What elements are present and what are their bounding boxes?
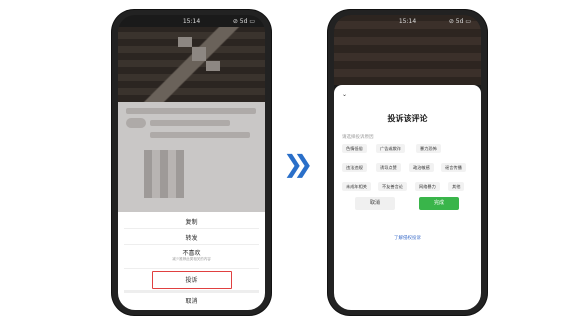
- reason-chip[interactable]: 谣言传播: [441, 163, 466, 172]
- reason-chip[interactable]: 违法违规: [342, 163, 367, 172]
- section-label: 请选择投诉原因: [342, 135, 374, 140]
- reason-chip[interactable]: 诱导点赞: [376, 163, 401, 172]
- dislike-label: 不喜欢: [182, 250, 201, 257]
- complain-button[interactable]: 投诉: [118, 275, 265, 284]
- blurred-thumbnail: [144, 150, 184, 198]
- blurred-comment-area: [118, 102, 265, 212]
- dislike-button[interactable]: 不喜欢 减少推荐此类相关的内容: [118, 248, 265, 262]
- reason-chip[interactable]: 未成年相关: [342, 182, 371, 191]
- divider: [124, 228, 259, 229]
- done-button[interactable]: 完成: [419, 197, 459, 210]
- phone-right: 15:14 ⊘ 5d ▭ ⌄ 投诉该评论 请选择投诉原因 色情低俗 广告或欺诈 …: [328, 10, 487, 315]
- reason-chip[interactable]: 其他: [448, 182, 465, 191]
- double-chevron-right-icon: ❯❯: [283, 150, 313, 178]
- complain-modal: ⌄ 投诉该评论 请选择投诉原因 色情低俗 广告或欺诈 暴力恐怖 违法违规 诱导点…: [334, 85, 481, 310]
- forward-button[interactable]: 转发: [118, 233, 265, 242]
- action-sheet: 复制 转发 不喜欢 减少推荐此类相关的内容 投诉 取消: [118, 212, 265, 310]
- cancel-button[interactable]: 取消: [355, 197, 395, 210]
- dislike-subtitle: 减少推荐此类相关的内容: [172, 257, 211, 261]
- copy-button[interactable]: 复制: [118, 217, 265, 226]
- learn-more-link[interactable]: 了解侵权投诉: [334, 235, 481, 241]
- chevron-down-icon[interactable]: ⌄: [342, 91, 347, 98]
- screen-left: 15:14 ⊘ 5d ▭ 复制 转发 不喜欢 减少推荐此类相关的内容 投诉 取消: [118, 15, 265, 310]
- reason-chip[interactable]: 网络暴力: [415, 182, 440, 191]
- divider: [124, 268, 259, 269]
- status-signal: ⊘ 5d ▭: [448, 18, 471, 25]
- reason-chip[interactable]: 广告或欺诈: [376, 144, 405, 153]
- status-signal: ⊘ 5d ▭: [232, 18, 255, 25]
- reason-chip[interactable]: 色情低俗: [342, 144, 367, 153]
- cancel-button[interactable]: 取消: [118, 296, 265, 305]
- reason-chip[interactable]: 政治敏感: [409, 163, 434, 172]
- divider: [124, 290, 259, 293]
- divider: [124, 244, 259, 245]
- reason-chip[interactable]: 暴力恐怖: [416, 144, 441, 153]
- modal-title: 投诉该评论: [387, 114, 428, 123]
- screen-right: 15:14 ⊘ 5d ▭ ⌄ 投诉该评论 请选择投诉原因 色情低俗 广告或欺诈 …: [334, 15, 481, 310]
- phone-left: 15:14 ⊘ 5d ▭ 复制 转发 不喜欢 减少推荐此类相关的内容 投诉 取消: [112, 10, 271, 315]
- blurred-video: [118, 27, 265, 102]
- reason-chip[interactable]: 不友善言论: [378, 182, 407, 191]
- status-bar: 15:14 ⊘ 5d ▭: [334, 18, 481, 28]
